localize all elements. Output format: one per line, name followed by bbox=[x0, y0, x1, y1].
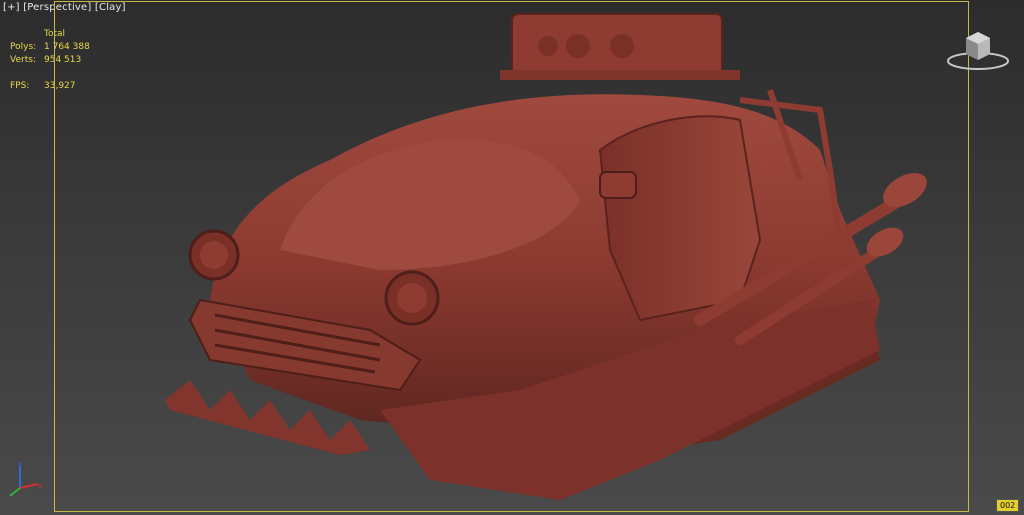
stats-polys-row: Polys: 1 764 388 bbox=[10, 41, 90, 54]
axis-gizmo-icon: z x bbox=[9, 460, 42, 497]
polys-label: Polys: bbox=[10, 42, 37, 52]
svg-text:x: x bbox=[38, 482, 42, 490]
fps-value: 33,927 bbox=[44, 81, 76, 91]
perspective-viewport[interactable]: [+] [Perspective] [Clay] Total Polys: 1 … bbox=[0, 0, 1024, 515]
stats-header: Total bbox=[44, 29, 66, 39]
scene-statistics: Total Polys: 1 764 388 Verts: 954 513 FP… bbox=[10, 28, 90, 93]
view-type-button[interactable]: [Perspective] bbox=[23, 2, 91, 13]
viewport-label-menu: [+] [Perspective] [Clay] bbox=[3, 2, 126, 13]
fps-label: FPS: bbox=[10, 81, 30, 91]
polys-value: 1 764 388 bbox=[44, 42, 90, 52]
viewcube-icon[interactable] bbox=[946, 26, 1010, 72]
svg-text:z: z bbox=[18, 460, 22, 468]
verts-label: Verts: bbox=[10, 55, 36, 65]
clay-vehicle-model bbox=[165, 13, 927, 500]
verts-value: 954 513 bbox=[44, 55, 82, 65]
viewport-menu-button[interactable]: [+] bbox=[3, 2, 20, 13]
stats-verts-row: Verts: 954 513 bbox=[10, 54, 90, 67]
frame-number-badge: 002 bbox=[996, 499, 1020, 512]
shading-mode-button[interactable]: [Clay] bbox=[95, 2, 126, 13]
stats-fps-row: FPS: 33,927 bbox=[10, 80, 90, 93]
